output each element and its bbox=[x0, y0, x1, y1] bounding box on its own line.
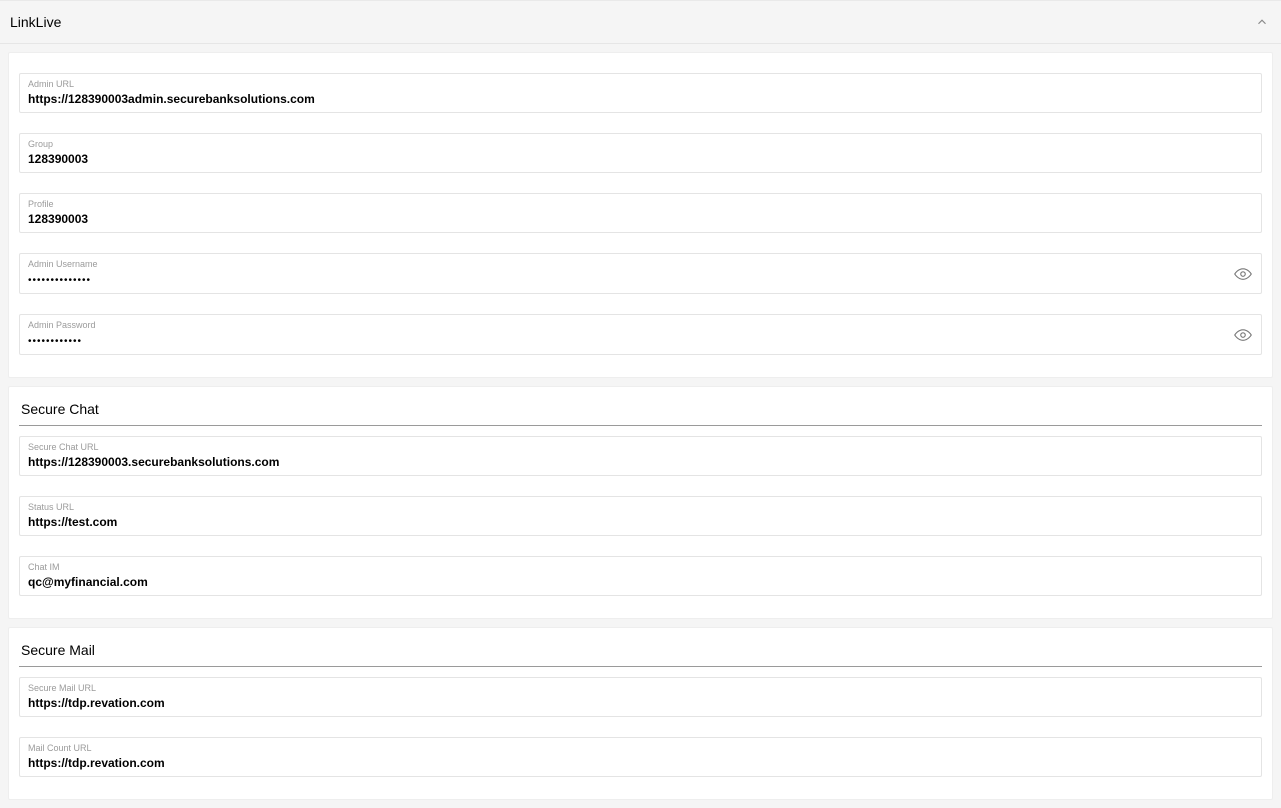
admin-url-input[interactable] bbox=[28, 91, 1223, 107]
chevron-up-icon bbox=[1253, 13, 1271, 31]
section-divider bbox=[19, 666, 1262, 667]
secure-mail-title: Secure Mail bbox=[19, 638, 1262, 666]
chat-im-field[interactable]: Chat IM bbox=[19, 556, 1262, 596]
admin-password-input[interactable] bbox=[28, 334, 1223, 350]
profile-field[interactable]: Profile bbox=[19, 193, 1262, 233]
secure-chat-url-field[interactable]: Secure Chat URL bbox=[19, 436, 1262, 476]
secure-mail-url-input[interactable] bbox=[28, 695, 1223, 711]
status-url-input[interactable] bbox=[28, 514, 1223, 530]
chat-im-input[interactable] bbox=[28, 574, 1223, 590]
field-label: Profile bbox=[28, 198, 1253, 210]
field-label: Admin Username bbox=[28, 258, 1253, 270]
secure-mail-url-field[interactable]: Secure Mail URL bbox=[19, 677, 1262, 717]
panel-title: LinkLive bbox=[10, 14, 61, 30]
eye-icon[interactable] bbox=[1233, 325, 1253, 345]
mail-count-url-input[interactable] bbox=[28, 755, 1223, 771]
profile-input[interactable] bbox=[28, 211, 1223, 227]
field-label: Status URL bbox=[28, 501, 1253, 513]
eye-icon[interactable] bbox=[1233, 264, 1253, 284]
secure-chat-title: Secure Chat bbox=[19, 397, 1262, 425]
field-label: Admin Password bbox=[28, 319, 1253, 331]
group-field[interactable]: Group bbox=[19, 133, 1262, 173]
field-label: Chat IM bbox=[28, 561, 1253, 573]
group-input[interactable] bbox=[28, 151, 1223, 167]
field-label: Group bbox=[28, 138, 1253, 150]
section-divider bbox=[19, 425, 1262, 426]
secure-chat-url-input[interactable] bbox=[28, 454, 1223, 470]
mail-count-url-field[interactable]: Mail Count URL bbox=[19, 737, 1262, 777]
field-label: Secure Mail URL bbox=[28, 682, 1253, 694]
field-label: Secure Chat URL bbox=[28, 441, 1253, 453]
admin-username-input[interactable] bbox=[28, 273, 1223, 289]
admin-password-field[interactable]: Admin Password bbox=[19, 314, 1262, 355]
secure-mail-card: Secure Mail Secure Mail URL Mail Count U… bbox=[8, 627, 1273, 800]
admin-url-field[interactable]: Admin URL bbox=[19, 73, 1262, 113]
field-label: Mail Count URL bbox=[28, 742, 1253, 754]
admin-username-field[interactable]: Admin Username bbox=[19, 253, 1262, 294]
field-label: Admin URL bbox=[28, 78, 1253, 90]
secure-chat-card: Secure Chat Secure Chat URL Status URL C… bbox=[8, 386, 1273, 619]
status-url-field[interactable]: Status URL bbox=[19, 496, 1262, 536]
linklive-card: Admin URL Group Profile Admin Username A… bbox=[8, 52, 1273, 378]
linklive-panel-header[interactable]: LinkLive bbox=[0, 0, 1281, 44]
